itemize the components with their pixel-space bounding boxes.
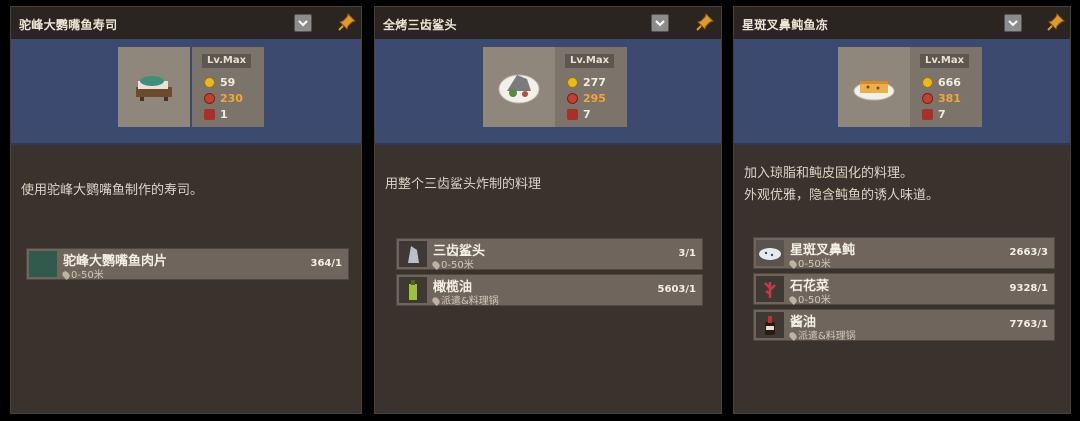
portion-value: 1 <box>220 108 228 121</box>
recipe-banner: Lv.Max 59 230 1 <box>11 39 361 145</box>
roasted-shark-head-icon <box>498 74 540 104</box>
ingredient-location: 0-50米 <box>788 255 831 270</box>
collapse-button[interactable] <box>1004 14 1022 32</box>
recipe-banner: Lv.Max 666 381 7 <box>734 39 1070 145</box>
dish-image <box>118 47 190 127</box>
ingredient-row[interactable]: 橄榄油 派遣&料理锅 5603/1 <box>396 274 703 307</box>
ingredient-location: 派遣&料理锅 <box>431 292 499 307</box>
panel-titlebar: 星斑叉鼻鲀鱼冻 <box>734 7 1070 40</box>
coin-icon <box>922 77 933 88</box>
stats-box: Lv.Max 59 230 1 <box>192 47 264 127</box>
shark-head-icon <box>399 241 427 267</box>
dish-image <box>483 47 555 127</box>
location-pin-icon <box>431 260 441 270</box>
collapse-button[interactable] <box>294 14 312 32</box>
pin-icon <box>696 13 714 31</box>
soy-sauce-icon <box>756 312 784 338</box>
portion-icon <box>204 109 215 120</box>
chevron-down-icon <box>655 20 665 27</box>
ingredient-location: 0-50米 <box>61 266 104 281</box>
portion-value: 7 <box>583 108 591 121</box>
recipe-title: 星斑叉鼻鲀鱼冻 <box>742 18 829 32</box>
ingredient-count: 364/1 <box>310 258 342 269</box>
sell-price: 666 <box>938 76 961 89</box>
olive-oil-icon <box>399 277 427 303</box>
ingredient-location: 0-50米 <box>788 291 831 306</box>
bonus-value: 230 <box>220 92 243 105</box>
sell-price: 277 <box>583 76 606 89</box>
level-badge: Lv.Max <box>565 54 615 68</box>
recipe-panel-3: 星斑叉鼻鲀鱼冻 Lv.Max 666 381 7 加入琼脂和鲀皮固化的料理。 外… <box>733 6 1071 414</box>
location-pin-icon <box>788 259 798 269</box>
recipe-description: 用整个三齿鲨头炸制的料理 <box>385 177 542 192</box>
ingredient-row[interactable]: 星斑叉鼻鲀 0-50米 2663/3 <box>753 237 1055 270</box>
panel-titlebar: 全烤三齿鲨头 <box>375 7 721 40</box>
portion-icon <box>922 109 933 120</box>
ingredient-count: 3/1 <box>678 248 696 259</box>
ingredient-count: 2663/3 <box>1009 247 1048 258</box>
dish-image <box>838 47 910 127</box>
ingredient-row[interactable]: 驼峰大鹦嘴鱼肉片 0-50米 364/1 <box>26 248 349 281</box>
recipe-title: 驼峰大鹦嘴鱼寿司 <box>19 18 118 32</box>
stats-box: Lv.Max 277 295 7 <box>555 47 627 127</box>
bonus-value: 381 <box>938 92 961 105</box>
sushi-icon <box>136 76 172 101</box>
tasting-icon <box>922 93 933 104</box>
level-badge: Lv.Max <box>202 54 252 68</box>
tasting-icon <box>567 93 578 104</box>
ingredient-location: 0-50米 <box>431 256 474 271</box>
pin-icon <box>1047 13 1065 31</box>
chevron-down-icon <box>1008 20 1018 27</box>
ingredient-row[interactable]: 三齿鲨头 0-50米 3/1 <box>396 238 703 271</box>
seaweed-icon <box>756 276 784 302</box>
collapse-button[interactable] <box>651 14 669 32</box>
ingredient-row[interactable]: 酱油 派遣&料理锅 7763/1 <box>753 309 1055 342</box>
pin-button[interactable] <box>1046 12 1066 32</box>
panel-titlebar: 驼峰大鹦嘴鱼寿司 <box>11 7 361 40</box>
level-badge: Lv.Max <box>920 54 970 68</box>
recipe-banner: Lv.Max 277 295 7 <box>375 39 721 145</box>
ingredient-count: 7763/1 <box>1009 319 1048 330</box>
tasting-icon <box>204 93 215 104</box>
portion-icon <box>567 109 578 120</box>
bonus-value: 295 <box>583 92 606 105</box>
recipe-title: 全烤三齿鲨头 <box>383 18 457 32</box>
recipe-panel-2: 全烤三齿鲨头 Lv.Max 277 295 7 用整个三齿鲨头炸制的料理 三齿鲨… <box>374 6 722 414</box>
fish-jelly-icon <box>853 81 895 101</box>
location-pin-icon <box>788 295 798 305</box>
location-pin-icon <box>788 331 798 341</box>
recipe-description: 使用驼峰大鹦嘴鱼制作的寿司。 <box>21 183 204 198</box>
location-pin-icon <box>431 296 441 306</box>
portion-value: 7 <box>938 108 946 121</box>
ingredient-count: 9328/1 <box>1009 283 1048 294</box>
ingredient-count: 5603/1 <box>657 284 696 295</box>
recipe-panel-1: 驼峰大鹦嘴鱼寿司 Lv.Max 59 230 1 使用驼峰大鹦嘴鱼制作的寿司。 … <box>10 6 362 414</box>
sell-price: 59 <box>220 76 236 89</box>
pin-button[interactable] <box>337 12 357 32</box>
chevron-down-icon <box>298 20 308 27</box>
stats-box: Lv.Max 666 381 7 <box>910 47 982 127</box>
coin-icon <box>567 77 578 88</box>
pufferfish-icon <box>756 240 784 266</box>
recipe-description: 加入琼脂和鲀皮固化的料理。 外观优雅，隐含鲀鱼的诱人味道。 <box>744 166 940 203</box>
ingredient-location: 派遣&料理锅 <box>788 327 856 342</box>
pin-icon <box>338 13 356 31</box>
pin-button[interactable] <box>695 12 715 32</box>
fish-fillet-icon <box>29 251 57 277</box>
ingredient-row[interactable]: 石花菜 0-50米 9328/1 <box>753 273 1055 306</box>
coin-icon <box>204 77 215 88</box>
location-pin-icon <box>61 270 71 280</box>
